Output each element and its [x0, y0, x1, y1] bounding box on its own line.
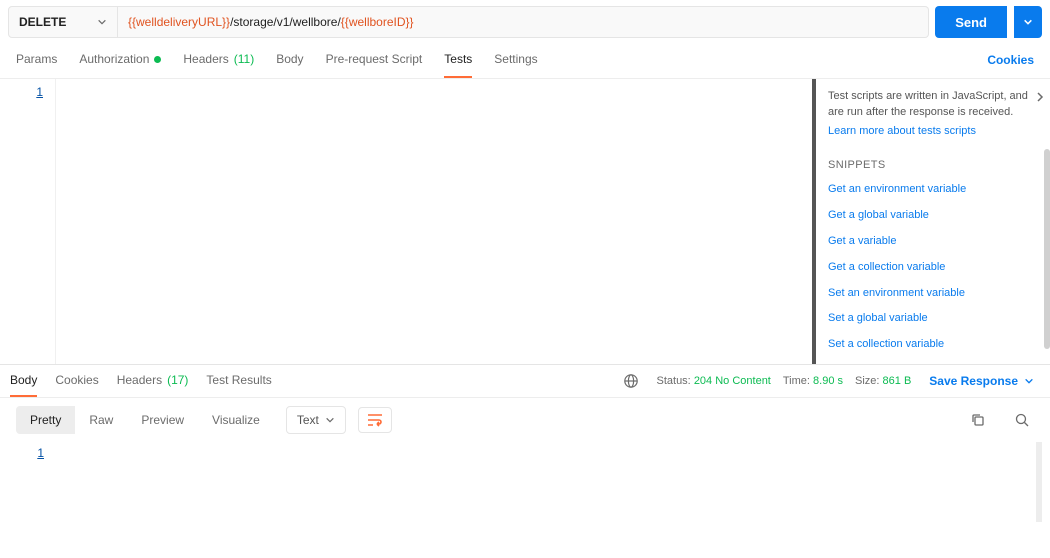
resp-tab-body[interactable]: Body	[10, 373, 37, 397]
status-dot-icon	[154, 56, 161, 63]
wrap-lines-button[interactable]	[358, 407, 392, 433]
code-content[interactable]	[56, 79, 812, 364]
copy-icon[interactable]	[966, 408, 990, 432]
tab-label: Cookies	[55, 373, 98, 387]
snippets-panel: Test scripts are written in JavaScript, …	[816, 79, 1050, 364]
snippet-item[interactable]: Set a collection variable	[828, 337, 1042, 353]
line-number: 1	[37, 446, 44, 460]
url-variable: {{welldeliveryURL}}	[128, 15, 230, 29]
response-tabs: Body Cookies Headers (17) Test Results St…	[0, 365, 1050, 398]
status-label: Status:	[657, 375, 691, 387]
view-visualize[interactable]: Visualize	[198, 406, 274, 434]
snippet-item[interactable]: Get a collection variable	[828, 260, 1042, 276]
chevron-down-icon	[97, 17, 107, 27]
tab-params[interactable]: Params	[16, 52, 57, 78]
size-value: 861 B	[883, 375, 912, 387]
send-button[interactable]: Send	[935, 6, 1007, 38]
learn-more-link[interactable]: Learn more about tests scripts	[828, 124, 1042, 140]
size-label: Size:	[855, 375, 879, 387]
count-badge: (11)	[234, 52, 254, 66]
line-number: 1	[36, 85, 43, 99]
snippet-item[interactable]: Get an environment variable	[828, 182, 1042, 198]
view-pretty[interactable]: Pretty	[16, 406, 75, 434]
tab-label: Headers	[183, 52, 228, 66]
tab-label: Params	[16, 52, 57, 66]
url-literal: /storage/v1/wellbore/	[230, 15, 341, 29]
save-label: Save Response	[929, 374, 1018, 388]
tab-headers[interactable]: Headers (11)	[183, 52, 254, 78]
response-line-gutter: 1	[0, 442, 56, 522]
chevron-right-icon[interactable]	[1034, 91, 1046, 103]
save-response-button[interactable]: Save Response	[929, 374, 1034, 396]
chevron-down-icon	[325, 415, 335, 425]
tab-authorization[interactable]: Authorization	[79, 52, 161, 78]
chevron-down-icon	[1024, 376, 1034, 386]
resp-tab-results[interactable]: Test Results	[206, 373, 271, 397]
search-icon[interactable]	[1010, 408, 1034, 432]
resp-tab-headers[interactable]: Headers (17)	[117, 373, 189, 397]
response-body: 1	[0, 442, 1050, 522]
url-variable: {{wellboreID}}	[341, 15, 414, 29]
format-select[interactable]: Text	[286, 406, 346, 434]
request-tabs: Params Authorization Headers (11) Body Pr…	[0, 44, 1050, 79]
line-gutter: 1	[0, 79, 56, 364]
response-status: Status: 204 No Content Time: 8.90 s Size…	[657, 375, 912, 395]
tab-label: Test Results	[206, 373, 271, 387]
tab-label: Body	[276, 52, 303, 66]
scrollbar[interactable]	[1044, 149, 1050, 349]
tab-settings[interactable]: Settings	[494, 52, 537, 78]
http-method-label: DELETE	[19, 15, 66, 29]
tab-label: Pre-request Script	[326, 52, 423, 66]
view-mode-segment: Pretty Raw Preview Visualize	[16, 406, 274, 434]
snippet-item[interactable]: Set a global variable	[828, 311, 1042, 327]
view-preview[interactable]: Preview	[127, 406, 198, 434]
time-label: Time:	[783, 375, 810, 387]
resp-tab-cookies[interactable]: Cookies	[55, 373, 98, 397]
tab-body[interactable]: Body	[276, 52, 303, 78]
cookies-link[interactable]: Cookies	[987, 53, 1034, 77]
http-method-select[interactable]: DELETE	[8, 6, 118, 38]
tab-label: Headers	[117, 373, 162, 387]
format-label: Text	[297, 413, 319, 427]
snippets-header: SNIPPETS	[828, 158, 1042, 174]
snippet-item[interactable]: Set an environment variable	[828, 286, 1042, 302]
globe-icon[interactable]	[623, 373, 639, 397]
response-controls: Pretty Raw Preview Visualize Text	[0, 398, 1050, 442]
test-editor-area: 1 Test scripts are written in JavaScript…	[0, 79, 1050, 365]
request-bar: DELETE {{welldeliveryURL}}/storage/v1/we…	[0, 0, 1050, 44]
status-value: 204 No Content	[694, 375, 771, 387]
tab-label: Settings	[494, 52, 537, 66]
tab-prerequest[interactable]: Pre-request Script	[326, 52, 423, 78]
url-input[interactable]: {{welldeliveryURL}}/storage/v1/wellbore/…	[118, 6, 929, 38]
snippet-item[interactable]: Clear an environment variable	[828, 363, 1042, 364]
tab-label: Authorization	[79, 52, 149, 66]
snippets-description: Test scripts are written in JavaScript, …	[828, 89, 1042, 121]
count-badge: (17)	[167, 373, 188, 387]
tab-label: Body	[10, 373, 37, 387]
tab-label: Tests	[444, 52, 472, 66]
view-raw[interactable]: Raw	[75, 406, 127, 434]
snippet-item[interactable]: Get a global variable	[828, 208, 1042, 224]
tab-tests[interactable]: Tests	[444, 52, 472, 78]
code-editor[interactable]: 1	[0, 79, 816, 364]
send-dropdown-button[interactable]	[1014, 6, 1042, 38]
response-content[interactable]	[56, 442, 1042, 522]
snippet-item[interactable]: Get a variable	[828, 234, 1042, 250]
time-value: 8.90 s	[813, 375, 843, 387]
